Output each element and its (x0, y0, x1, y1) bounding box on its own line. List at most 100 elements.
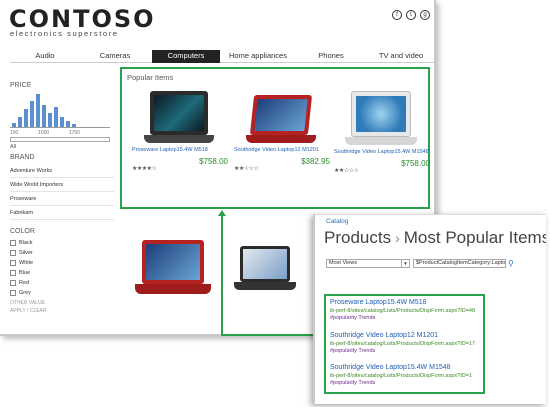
price-scale-min: 100 (10, 130, 19, 136)
result-title-link[interactable]: Southridge Video Laptop15.4W M1548 (330, 364, 472, 371)
facebook-icon[interactable]: f (392, 10, 402, 20)
connector-line (221, 334, 316, 336)
sort-dropdown[interactable]: Most Views ▼ (326, 259, 410, 268)
search-icon[interactable]: ⚲ (508, 259, 514, 268)
color-label: Blue (19, 270, 31, 276)
twitter-icon[interactable]: t (406, 10, 416, 20)
laptop-image[interactable] (242, 95, 330, 143)
price-scale-max: 1750 (68, 130, 80, 136)
laptop-image[interactable] (140, 91, 228, 143)
product-price: $758.00 (401, 159, 430, 168)
color-label: Grey (19, 290, 31, 296)
color-option[interactable]: Black (10, 238, 114, 248)
connector-line (221, 214, 223, 336)
chevron-down-icon[interactable]: ▼ (401, 260, 409, 267)
category-nav: Audio Cameras Computers Home appliances … (10, 50, 434, 63)
color-filter-title: COLOR (10, 228, 35, 235)
price-range-slider[interactable] (10, 137, 110, 142)
product-name-link[interactable]: Southridge Video Laptop15.4W M1548 (334, 149, 430, 156)
breadcrumb-catalog[interactable]: Catalog (326, 218, 348, 225)
checkbox[interactable] (10, 270, 16, 276)
apply-clear-link[interactable]: APPLY / CLEAR (10, 308, 114, 314)
nav-computers[interactable]: Computers (152, 50, 220, 63)
result-item: Southridge Video Laptop12 M1201 ib-perf-… (330, 332, 475, 354)
color-option[interactable]: Grey (10, 288, 114, 298)
color-option[interactable]: Red (10, 278, 114, 288)
brand-item[interactable]: Fabrikam (10, 206, 114, 220)
color-option[interactable]: Silver (10, 248, 114, 258)
title-products: Products (324, 228, 392, 247)
result-tag[interactable]: #popularity Trends (330, 380, 472, 386)
price-bar (24, 109, 28, 127)
page-title: Products › Most Popular Items (324, 228, 546, 248)
price-bar (18, 117, 22, 127)
price-bar (54, 107, 58, 127)
product-name-link[interactable]: Southridge Video Laptop12 M1201 (234, 147, 330, 154)
product-card[interactable]: Proseware Laptop15.4W M518 ★★★★☆ $758.00 (132, 91, 228, 172)
product-name-link[interactable]: Proseware Laptop15.4W M518 (132, 147, 228, 154)
laptop-image[interactable] (135, 240, 211, 294)
product-price: $382.95 (301, 157, 330, 166)
brand-item[interactable]: Adventure Works (10, 164, 114, 178)
price-scale: 100 1000 1750 (10, 130, 80, 136)
nav-tv-and-video[interactable]: TV and video (366, 50, 434, 63)
result-tag[interactable]: #popularity Trends (330, 315, 475, 321)
result-url: ib-perf-8/sites/catalog/Lists/Products/D… (330, 341, 476, 347)
color-option[interactable]: White (10, 258, 114, 268)
checkbox[interactable] (10, 240, 16, 246)
price-scale-mid: 1000 (38, 130, 50, 136)
google-plus-icon[interactable]: g (420, 10, 430, 20)
price-bar (42, 105, 46, 127)
nav-phones[interactable]: Phones (296, 50, 366, 63)
price-histogram[interactable] (10, 92, 110, 128)
color-label: Silver (19, 250, 33, 256)
result-item: Proseware Laptop15.4W M518 ib-perf-8/sit… (330, 299, 475, 321)
brand-filter-title: BRAND (10, 154, 35, 161)
product-card[interactable]: Southridge Video Laptop15.4W M1548 ★★☆☆☆… (334, 91, 430, 174)
store-tagline: electronics superstore (10, 29, 119, 38)
result-url: ib-perf-8/sites/catalog/Lists/Products/D… (330, 308, 476, 314)
product-card[interactable]: Southridge Video Laptop12 M1201 ★★☆☆☆ $3… (234, 91, 330, 172)
result-title-link[interactable]: Proseware Laptop15.4W M518 (330, 299, 475, 306)
sort-value: Most Views (329, 260, 358, 266)
rating-stars: ★★★★☆ (132, 166, 157, 172)
color-label: Black (19, 240, 33, 246)
result-item: Southridge Video Laptop15.4W M1548 ib-pe… (330, 364, 472, 386)
price-bar (48, 113, 52, 127)
color-option[interactable]: Blue (10, 268, 114, 278)
other-value-link[interactable]: OTHER VALUE (10, 300, 114, 306)
price-bar (36, 94, 40, 127)
color-label: Red (19, 280, 30, 286)
price-bar (60, 117, 64, 127)
title-most-popular: Most Popular Items (403, 228, 546, 247)
checkbox[interactable] (10, 260, 16, 266)
brand-item[interactable]: Proseware (10, 192, 114, 206)
checkbox[interactable] (10, 250, 16, 256)
result-title-link[interactable]: Southridge Video Laptop12 M1201 (330, 332, 475, 339)
price-all-link[interactable]: All (10, 144, 114, 150)
nav-audio[interactable]: Audio (10, 50, 80, 63)
laptop-image[interactable] (342, 91, 430, 145)
title-separator: › (395, 230, 400, 246)
product-price: $758.00 (199, 157, 228, 166)
checkbox[interactable] (10, 290, 16, 296)
checkbox[interactable] (10, 280, 16, 286)
price-filter-title: PRICE (10, 82, 32, 89)
social-links: f t g (392, 10, 430, 20)
price-bar (72, 124, 76, 127)
price-bar (12, 123, 16, 127)
result-url: ib-perf-8/sites/catalog/Lists/Products/D… (330, 373, 472, 379)
nav-home-appliances[interactable]: Home appliances (220, 50, 296, 63)
brand-item[interactable]: Wide World Importers (10, 178, 114, 192)
search-input[interactable]: $ProductCatalogItemCategory:Laptops (413, 259, 506, 268)
popular-items-title: Popular Items (127, 73, 174, 82)
result-tag[interactable]: #popularity Trends (330, 348, 475, 354)
laptop-image[interactable] (234, 246, 296, 290)
nav-cameras[interactable]: Cameras (80, 50, 150, 63)
color-label: White (19, 260, 34, 266)
search-results: Proseware Laptop15.4W M518 ib-perf-8/sit… (324, 294, 485, 394)
color-list: Black Silver White Blue Red Grey (10, 238, 114, 298)
price-bar (66, 121, 70, 127)
brand-list: Adventure Works Wide World Importers Pro… (10, 164, 114, 220)
price-bar (30, 101, 34, 127)
